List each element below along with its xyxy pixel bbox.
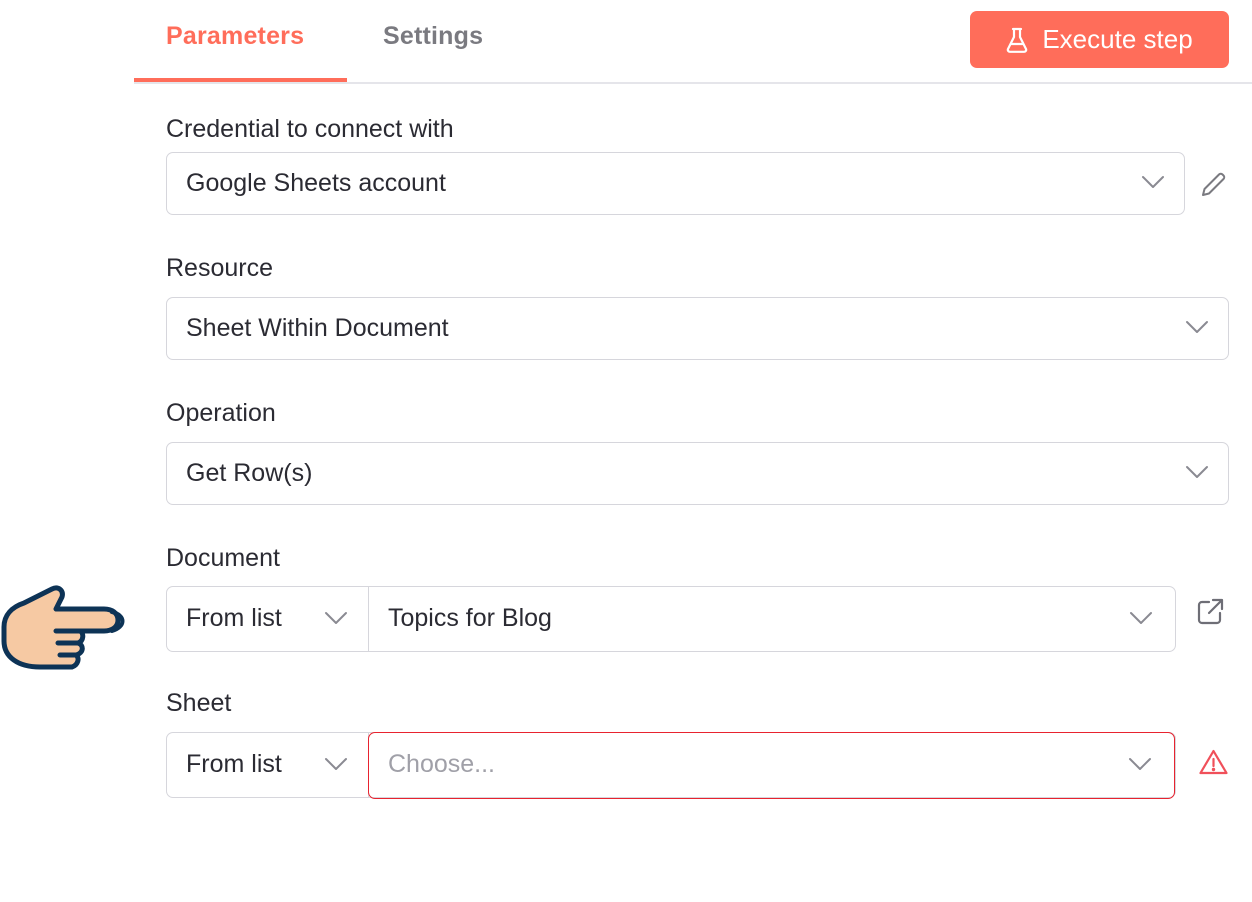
- tab-parameters[interactable]: Parameters: [166, 22, 304, 51]
- document-mode-select[interactable]: From list: [167, 587, 369, 651]
- execute-step-button[interactable]: Execute step: [970, 11, 1229, 68]
- sheet-combo: From list Choose...: [166, 731, 1176, 799]
- chevron-down-icon: [324, 757, 348, 776]
- credential-select[interactable]: Google Sheets account: [166, 152, 1185, 215]
- sheet-placeholder: Choose...: [388, 749, 496, 778]
- credential-value: Google Sheets account: [186, 169, 446, 197]
- pointing-hand-icon: [0, 585, 126, 685]
- chevron-down-icon: [1185, 465, 1209, 484]
- operation-select[interactable]: Get Row(s): [166, 442, 1229, 505]
- resource-label: Resource: [166, 254, 273, 282]
- sheet-select[interactable]: Choose...: [368, 731, 1175, 799]
- chevron-down-icon: [1129, 611, 1153, 630]
- external-link-icon[interactable]: [1195, 597, 1225, 632]
- chevron-down-icon: [324, 611, 348, 630]
- resource-select[interactable]: Sheet Within Document: [166, 297, 1229, 360]
- sheet-mode-value: From list: [186, 750, 282, 778]
- warning-icon: [1198, 748, 1229, 781]
- active-tab-indicator: [134, 78, 347, 82]
- document-select[interactable]: Topics for Blog: [369, 587, 1175, 651]
- chevron-down-icon: [1128, 757, 1152, 776]
- sheet-label: Sheet: [166, 689, 232, 717]
- chevron-down-icon: [1185, 320, 1209, 339]
- document-value: Topics for Blog: [388, 604, 552, 632]
- credential-label: Credential to connect with: [166, 115, 454, 143]
- document-mode-value: From list: [186, 604, 282, 632]
- tab-settings[interactable]: Settings: [383, 22, 483, 51]
- sheet-mode-select[interactable]: From list: [167, 733, 369, 797]
- operation-value: Get Row(s): [186, 459, 313, 487]
- flask-icon: [1006, 27, 1028, 53]
- pencil-icon[interactable]: [1199, 169, 1229, 204]
- operation-label: Operation: [166, 399, 276, 427]
- document-combo: From list Topics for Blog: [166, 586, 1176, 652]
- chevron-down-icon: [1141, 175, 1165, 194]
- document-label: Document: [166, 544, 280, 572]
- execute-step-label: Execute step: [1042, 24, 1193, 54]
- resource-value: Sheet Within Document: [186, 314, 449, 342]
